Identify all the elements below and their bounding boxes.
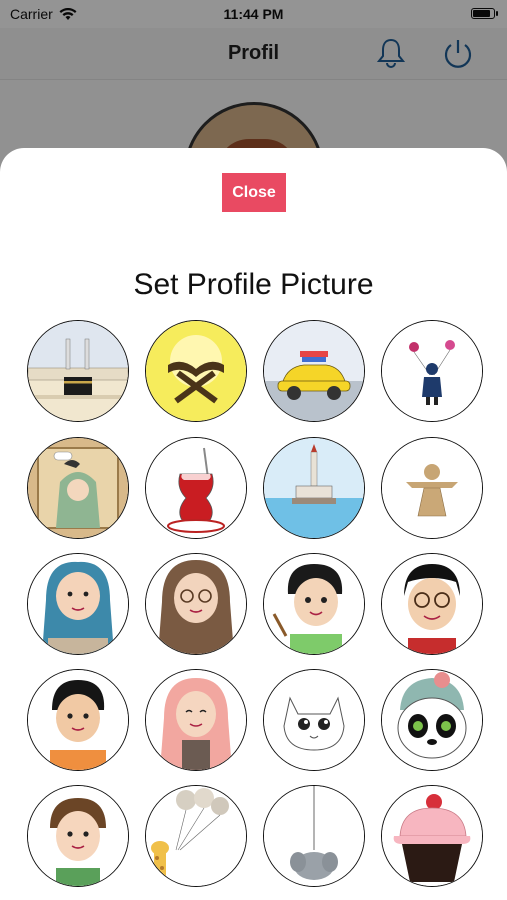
avatar-boy-smiling[interactable] (27, 785, 129, 887)
avatar-quran-stand[interactable] (145, 320, 247, 422)
avatar-boy-orange-shirt[interactable] (27, 669, 129, 771)
avatar-girl-window[interactable] (27, 437, 129, 539)
avatar-girl-blue-hijab[interactable] (27, 553, 129, 655)
avatar-straw-doll[interactable] (381, 437, 483, 539)
avatar-girl-balloons[interactable] (381, 320, 483, 422)
avatar-maiden-tower[interactable] (263, 437, 365, 539)
avatar-girl-pink-hijab[interactable] (145, 669, 247, 771)
avatar-woman-glasses-hijab[interactable] (145, 553, 247, 655)
profile-picture-sheet: Close Set Profile Picture (0, 148, 507, 900)
avatar-white-cat[interactable] (263, 669, 365, 771)
avatar-kaaba[interactable] (27, 320, 129, 422)
avatar-elephant-balloon[interactable] (263, 785, 365, 887)
sheet-title: Set Profile Picture (133, 268, 374, 301)
avatar-boy-painting[interactable] (263, 553, 365, 655)
avatar-giraffe-balloons[interactable] (145, 785, 247, 887)
close-button[interactable]: Close (222, 173, 286, 212)
avatar-man-glasses[interactable] (381, 553, 483, 655)
avatar-turkish-tea[interactable] (145, 437, 247, 539)
avatar-cupcake[interactable] (381, 785, 483, 887)
avatar-panda-beanie[interactable] (381, 669, 483, 771)
avatar-yellow-car[interactable] (263, 320, 365, 422)
